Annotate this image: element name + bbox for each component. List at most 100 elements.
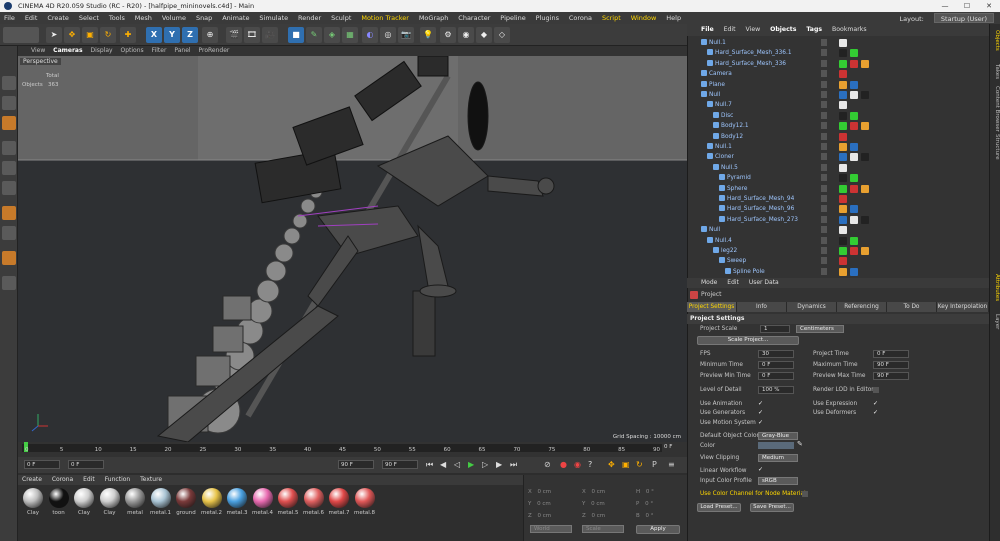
lock-z-button[interactable]: Z [182, 27, 198, 43]
vp-menu-filter[interactable]: Filter [149, 46, 170, 56]
material-tag-icon[interactable] [850, 174, 858, 183]
scale-icon[interactable]: ▣ [82, 27, 98, 43]
menu-corona[interactable]: Corona [565, 12, 596, 24]
scale-project-button[interactable]: Scale Project... [697, 336, 799, 345]
material-tag-icon[interactable] [839, 236, 847, 245]
material-tag-icon[interactable] [839, 122, 847, 131]
material-tag-icon[interactable] [861, 184, 869, 193]
menu-script[interactable]: Script [598, 12, 625, 24]
object-row[interactable]: Disc [687, 111, 989, 121]
tool-icon[interactable]: ◇ [494, 27, 510, 43]
material-item[interactable]: metal.2 [201, 488, 223, 516]
menu-pipeline[interactable]: Pipeline [496, 12, 529, 24]
material-tag-icon[interactable] [850, 122, 858, 131]
material-tag-icon[interactable] [839, 132, 847, 141]
menu-create[interactable]: Create [43, 12, 73, 24]
material-item[interactable]: metal.3 [226, 488, 248, 516]
layout-dropdown[interactable]: Startup (User) [933, 13, 994, 23]
keyframe-selection-icon[interactable]: ? [588, 460, 592, 469]
material-tag-icon[interactable] [850, 59, 858, 68]
close-button[interactable]: ✕ [978, 0, 1000, 12]
rot-h-value[interactable]: 0 ° [646, 489, 654, 495]
material-tag-icon[interactable] [839, 39, 847, 47]
material-item[interactable]: metal.1 [150, 488, 172, 516]
object-row[interactable]: Null.1 [687, 38, 989, 48]
texture-mode-icon[interactable] [2, 96, 16, 110]
material-tag-icon[interactable] [861, 153, 869, 162]
object-row[interactable]: Null.5 [687, 163, 989, 173]
node-material-checkbox[interactable] [802, 491, 808, 497]
save-preset-button[interactable]: Save Preset... [750, 503, 794, 512]
deformer-icon[interactable]: ◐ [362, 27, 378, 43]
menu-mograph[interactable]: MoGraph [415, 12, 453, 24]
material-item[interactable]: Clay [99, 488, 121, 516]
object-row[interactable]: Hard_Surface_Mesh_336 [687, 59, 989, 69]
visibility-dots-icon[interactable] [821, 184, 827, 192]
prev-key-icon[interactable]: ◀ [440, 460, 446, 469]
material-tag-icon[interactable] [839, 49, 847, 58]
object-row[interactable]: Spline Pole [687, 267, 989, 277]
play-icon[interactable]: ▶ [468, 460, 474, 469]
undo-redo-icon[interactable] [3, 27, 39, 43]
object-row[interactable]: Body12 [687, 132, 989, 142]
material-tag-icon[interactable] [839, 184, 847, 193]
scale-key-icon[interactable]: ▣ [622, 460, 630, 469]
coord-y-value[interactable]: 0 cm [537, 501, 551, 507]
material-item[interactable]: metal.8 [354, 488, 376, 516]
material-tag-icon[interactable] [850, 111, 858, 120]
material-tag-icon[interactable] [839, 59, 847, 68]
material-tag-icon[interactable] [850, 49, 858, 58]
material-item[interactable]: metal.7 [328, 488, 350, 516]
vp-menu-cameras[interactable]: Cameras [50, 46, 85, 56]
sidetab-takes[interactable]: Takes [991, 64, 1000, 79]
object-row[interactable]: Hard_Surface_Mesh_96 [687, 204, 989, 214]
lock-y-button[interactable]: Y [164, 27, 180, 43]
script-icon[interactable]: ⚙ [440, 27, 456, 43]
menu-file[interactable]: File [0, 12, 19, 24]
prev-frame-icon[interactable]: ◁ [454, 460, 460, 469]
material-tag-icon[interactable] [861, 122, 869, 131]
material-tag-icon[interactable] [850, 236, 858, 245]
size-z-value[interactable]: 0 cm [592, 513, 606, 519]
min-time-field[interactable]: 0 F [758, 361, 794, 369]
material-tag-icon[interactable] [839, 257, 847, 266]
om-menu-tags[interactable]: Tags [802, 24, 826, 36]
coord-z-value[interactable]: 0 cm [538, 513, 552, 519]
visibility-dots-icon[interactable] [821, 215, 827, 223]
plugin-icon[interactable]: ◉ [458, 27, 474, 43]
object-row[interactable]: Null [687, 225, 989, 235]
visibility-dots-icon[interactable] [821, 267, 827, 275]
om-menu-bookmarks[interactable]: Bookmarks [828, 24, 871, 36]
object-row[interactable]: Cloner [687, 152, 989, 162]
autokey-icon[interactable]: ◉ [574, 460, 581, 469]
visibility-dots-icon[interactable] [821, 226, 827, 234]
material-tag-icon[interactable] [861, 215, 869, 224]
vp-menu-panel[interactable]: Panel [171, 46, 193, 56]
mat-menu-function[interactable]: Function [101, 475, 135, 485]
move-icon[interactable]: ✥ [64, 27, 80, 43]
visibility-dots-icon[interactable] [821, 80, 827, 88]
scale-dropdown[interactable]: Scale [582, 525, 624, 533]
material-item[interactable]: Clay [22, 488, 44, 516]
material-tag-icon[interactable] [839, 226, 847, 235]
material-tag-icon[interactable] [839, 163, 847, 172]
mat-menu-create[interactable]: Create [18, 475, 46, 485]
object-row[interactable]: Null [687, 90, 989, 100]
object-row[interactable]: Plane [687, 80, 989, 90]
timeline-menu-icon[interactable]: ≡ [668, 460, 675, 469]
project-scale-unit-dropdown[interactable]: Centimeters [796, 325, 844, 333]
menu-motion-tracker[interactable]: Motion Tracker [357, 12, 413, 24]
coord-x-value[interactable]: 0 cm [538, 489, 552, 495]
object-row[interactable]: Hard_Surface_Mesh_336.1 [687, 48, 989, 58]
object-row[interactable]: Hard_Surface_Mesh_273 [687, 215, 989, 225]
tab-dynamics[interactable]: Dynamics [787, 302, 837, 312]
axis-mode-icon[interactable] [2, 206, 16, 220]
visibility-dots-icon[interactable] [821, 143, 827, 150]
size-y-value[interactable]: 0 cm [591, 501, 605, 507]
size-x-value[interactable]: 0 cm [592, 489, 606, 495]
add-icon[interactable]: ✚ [120, 27, 136, 43]
menu-select[interactable]: Select [75, 12, 103, 24]
end-frame-field[interactable]: 90 F [382, 460, 418, 469]
use-deformers-checkbox[interactable]: ✓ [873, 410, 879, 416]
lock-x-button[interactable]: X [146, 27, 162, 43]
